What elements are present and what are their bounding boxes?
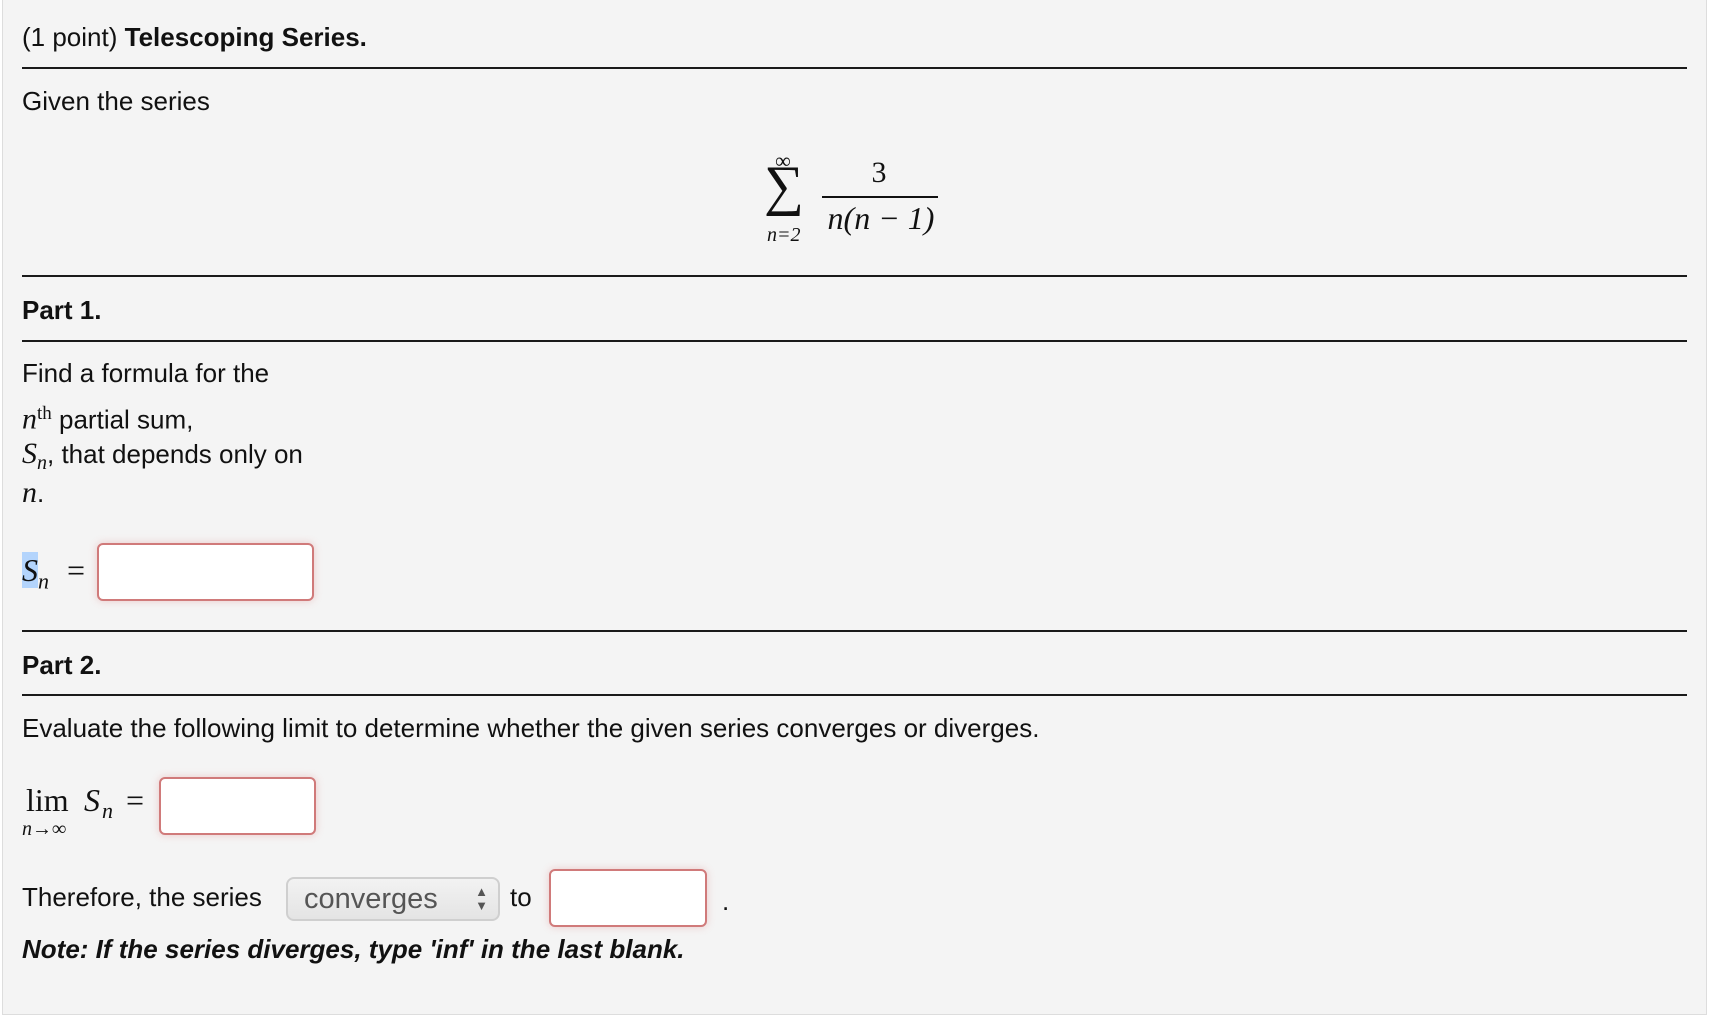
equals-sign: = (126, 782, 145, 818)
part1-text-line: nth partial sum, (22, 399, 193, 435)
divider (22, 630, 1687, 632)
math-S: S (84, 782, 100, 818)
limit-input[interactable] (159, 777, 316, 835)
limit-expression: lim n→∞ S n = (22, 782, 162, 842)
part1-text-line: n. (22, 476, 45, 509)
divider (22, 340, 1687, 342)
problem-header: (1 point) Telescoping Series. (22, 22, 367, 52)
denominator: n(n − 1) (827, 200, 935, 236)
partial-sum-input[interactable] (97, 543, 314, 601)
sigma-icon: ∑ (764, 155, 804, 217)
part2-instruction: Evaluate the following limit to determin… (22, 713, 1040, 743)
text: partial sum, (59, 404, 194, 435)
intro-text: Given the series (22, 86, 210, 116)
numerator: 3 (871, 156, 887, 189)
note-text: Note: If the series diverges, type 'inf'… (22, 934, 685, 964)
lim-subscript: n→∞ (22, 818, 67, 840)
period: . (722, 886, 730, 916)
part1-heading: Part 1. (22, 295, 102, 325)
math-sub: n (102, 798, 113, 823)
math-th: th (37, 403, 52, 424)
points-label: (1 point) (22, 22, 118, 52)
updown-arrows-icon: ▲ ▼ (475, 884, 488, 913)
equals-sign: = (67, 552, 86, 588)
divider (22, 67, 1687, 69)
to-text: to (510, 882, 532, 912)
therefore-text: Therefore, the series (22, 882, 262, 912)
math-S: S (22, 437, 37, 470)
part1-text-line: Sn, that depends only on (22, 439, 303, 478)
problem-title: Telescoping Series. (124, 22, 367, 52)
text: , that depends only on (47, 439, 303, 469)
math-n: n (22, 402, 37, 436)
series-formula: ∞ ∑ n=2 3 n(n − 1) (762, 148, 952, 248)
part1-text-line: Find a formula for the (22, 358, 270, 388)
divider (22, 694, 1687, 696)
sum-lower-limit: n=2 (767, 224, 801, 246)
text: . (37, 478, 45, 508)
math-sub: n (38, 568, 49, 594)
math-S: S (22, 552, 38, 588)
converge-diverge-select[interactable]: converges ▲ ▼ (286, 877, 500, 921)
select-value: converges (304, 883, 438, 915)
lim-text: lim (26, 782, 69, 818)
part2-heading: Part 2. (22, 650, 102, 680)
fraction-bar (822, 196, 938, 198)
series-sum-input[interactable] (549, 869, 707, 927)
math-n: n (22, 476, 37, 509)
divider (22, 275, 1687, 277)
sn-label: Sn = (22, 552, 85, 594)
math-sub: n (37, 452, 47, 475)
